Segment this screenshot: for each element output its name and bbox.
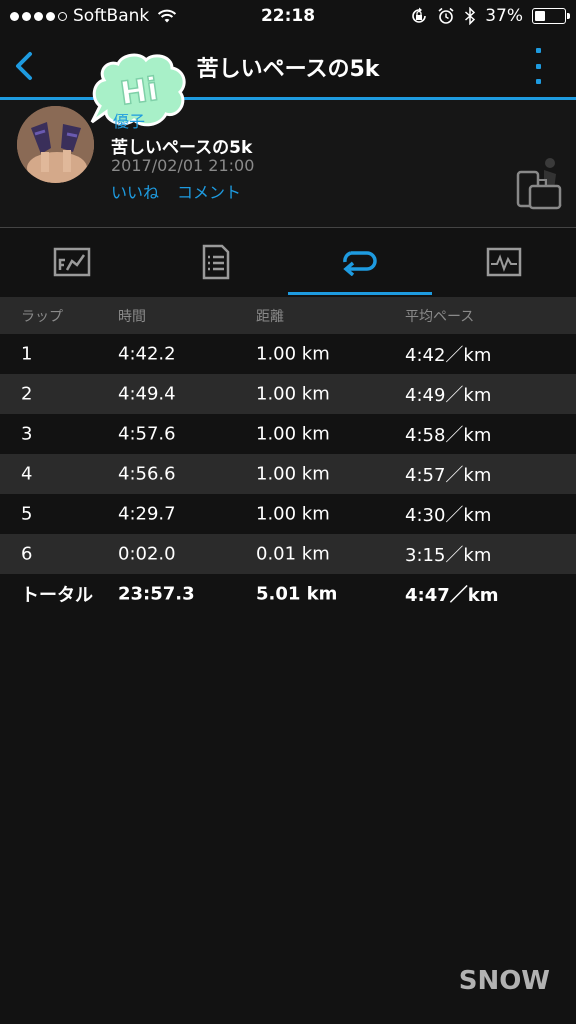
lap-time: 4:42.2 bbox=[118, 343, 176, 365]
activity-graph-icon bbox=[486, 247, 522, 277]
lap-table: ラップ 時間 距離 平均ペース 1 4:42.2 1.00 km 4:42／km… bbox=[0, 297, 576, 614]
orientation-lock-icon bbox=[412, 7, 427, 23]
battery-icon bbox=[532, 8, 570, 24]
column-header-distance: 距離 bbox=[256, 308, 284, 325]
lap-time: 4:29.7 bbox=[118, 503, 176, 525]
lap-time: 4:56.6 bbox=[118, 463, 176, 485]
lap-distance: 0.01 km bbox=[256, 543, 330, 565]
chart-icon bbox=[53, 247, 91, 277]
tab-details[interactable] bbox=[144, 229, 288, 295]
more-vertical-icon bbox=[535, 48, 541, 53]
snow-watermark: SNOW bbox=[458, 966, 550, 996]
lap-pace: 4:49／km bbox=[405, 385, 492, 406]
lap-distance: 1.00 km bbox=[256, 423, 330, 445]
table-row[interactable]: 4 4:56.6 1.00 km 4:57／km bbox=[0, 454, 576, 494]
column-header-lap: ラップ bbox=[21, 308, 63, 325]
lap-distance: 1.00 km bbox=[256, 463, 330, 485]
activity-header: Hi 優子 苦しいペースの5k 2017/02/01 21:00 いいね コメン… bbox=[0, 53, 576, 228]
table-header: ラップ 時間 距離 平均ペース bbox=[0, 297, 576, 334]
table-row[interactable]: 5 4:29.7 1.00 km 4:30／km bbox=[0, 494, 576, 534]
owner-name[interactable]: 優子 bbox=[113, 108, 145, 132]
lap-distance: 1.00 km bbox=[256, 503, 330, 525]
like-button[interactable]: いいね bbox=[111, 179, 159, 203]
lap-number: 2 bbox=[21, 383, 33, 405]
status-right: 37% bbox=[410, 6, 570, 26]
tab-laps[interactable] bbox=[288, 229, 432, 295]
laps-icon bbox=[343, 251, 377, 276]
comment-button[interactable]: コメント bbox=[177, 179, 241, 203]
lap-time: 4:57.6 bbox=[118, 423, 176, 445]
lap-pace: 4:30／km bbox=[405, 505, 492, 526]
avatar-photo bbox=[17, 106, 94, 183]
lap-number: 1 bbox=[21, 343, 33, 365]
lap-number: 6 bbox=[21, 543, 33, 565]
table-row[interactable]: 3 4:57.6 1.00 km 4:58／km bbox=[0, 414, 576, 454]
tab-bar bbox=[0, 229, 576, 295]
lap-distance: 1.00 km bbox=[256, 343, 330, 365]
lap-time: 4:49.4 bbox=[118, 383, 176, 405]
total-row: トータル 23:57.3 5.01 km 4:47／km bbox=[0, 574, 576, 614]
activity-title: 苦しいペースの5k bbox=[111, 138, 253, 158]
share-button[interactable] bbox=[514, 152, 568, 224]
more-button[interactable] bbox=[530, 48, 546, 84]
alarm-icon bbox=[438, 7, 454, 24]
lap-distance: 1.00 km bbox=[256, 383, 330, 405]
table-row[interactable]: 1 4:42.2 1.00 km 4:42／km bbox=[0, 334, 576, 374]
share-screen-icon bbox=[516, 158, 562, 210]
page-title: 苦しいペースの5k bbox=[196, 57, 380, 82]
lap-time: 0:02.0 bbox=[118, 543, 176, 565]
lap-number: 4 bbox=[21, 463, 33, 485]
lap-pace: 4:42／km bbox=[405, 345, 492, 366]
status-bar: SoftBank 22:18 37% bbox=[0, 0, 576, 34]
battery-percent: 37% bbox=[485, 6, 523, 26]
avatar[interactable] bbox=[17, 106, 94, 183]
total-distance: 5.01 km bbox=[256, 583, 338, 605]
battery-level bbox=[535, 11, 545, 21]
column-header-time: 時間 bbox=[118, 308, 146, 325]
activity-date: 2017/02/01 21:00 bbox=[111, 156, 255, 175]
navigation-bar: 苦しいペースの5k bbox=[0, 34, 576, 98]
bluetooth-icon bbox=[465, 7, 476, 25]
total-time: 23:57.3 bbox=[118, 583, 195, 605]
table-row[interactable]: 6 0:02.0 0.01 km 3:15／km bbox=[0, 534, 576, 574]
document-list-icon bbox=[202, 244, 230, 280]
table-row[interactable]: 2 4:49.4 1.00 km 4:49／km bbox=[0, 374, 576, 414]
activity-actions: いいね コメント bbox=[111, 179, 241, 203]
svg-text:Hi: Hi bbox=[118, 70, 161, 113]
lap-pace: 4:57／km bbox=[405, 465, 492, 486]
total-label: トータル bbox=[21, 585, 93, 606]
lap-number: 5 bbox=[21, 503, 33, 525]
tab-graph[interactable] bbox=[432, 229, 576, 295]
column-header-pace: 平均ペース bbox=[405, 308, 475, 325]
lap-pace: 4:58／km bbox=[405, 425, 492, 446]
tab-chart[interactable] bbox=[0, 229, 144, 295]
lap-pace: 3:15／km bbox=[405, 545, 492, 566]
total-pace: 4:47／km bbox=[405, 585, 499, 606]
lap-number: 3 bbox=[21, 423, 33, 445]
